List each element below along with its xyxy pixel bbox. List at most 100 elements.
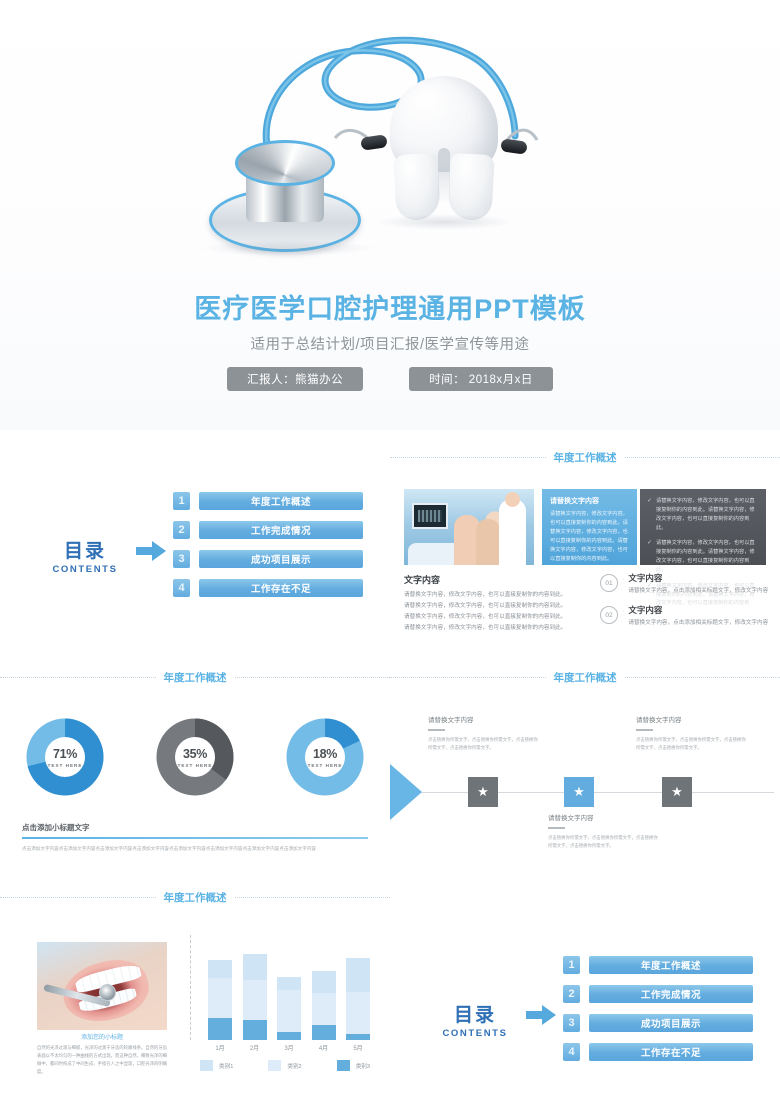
toc-row[interactable]: 2 工作完成情况	[563, 985, 753, 1003]
toc-label: 工作存在不足	[589, 1043, 753, 1061]
toc-number: 4	[173, 579, 190, 597]
section-header-text: 年度工作概述	[163, 671, 227, 684]
caption-title[interactable]: 添加您的小标题	[37, 1032, 167, 1041]
header-dots-right	[624, 676, 780, 678]
bullet-dash-icon: ·	[622, 608, 625, 616]
legend-swatch	[268, 1060, 282, 1071]
stacked-bar-chart: 1月 2月 3月 4月 5月 类别1 类别2 类别3	[190, 935, 370, 1071]
section-header: 年度工作概述	[0, 888, 390, 906]
star-icon: ★	[671, 784, 683, 799]
xray-monitor-icon	[412, 503, 448, 529]
divider	[636, 729, 653, 731]
timeline-body: 点击替换你所需文字，点击替换你所需文字，点击替换你所需文字，点击替换你所需文字。	[548, 834, 658, 849]
overview-text-line: 请替换文字内容，修改文字内容，也可以直接复制你的内容到此。	[404, 613, 567, 620]
toc-number: 1	[563, 956, 580, 974]
overview-text-line: 请替换文字内容，修改文字内容，也可以直接复制你的内容到此。	[404, 602, 567, 609]
section-header: 年度工作概述	[390, 448, 780, 466]
contents-title-en: CONTENTS	[442, 1028, 508, 1039]
overview-text-heading: 文字内容	[404, 575, 441, 585]
timeline-body: 点击替换你所需文字，点击替换你所需文字，点击替换你所需文字，点击替换你所需文字。	[636, 736, 746, 751]
toc-number: 2	[173, 521, 190, 539]
timeline-node[interactable]: ★	[564, 777, 594, 807]
bar-column	[208, 960, 232, 1040]
timeline-node[interactable]: ★	[662, 777, 692, 807]
timeline-node[interactable]: ★	[468, 777, 498, 807]
date-badge: 时间： 2018x月x日	[409, 367, 553, 391]
blue-info-card: 请替换文字内容 请替换文字内容，修改文字内容，也可以直接复制你的内容到此。请替换…	[542, 489, 637, 565]
section-header-text: 年度工作概述	[163, 891, 227, 904]
star-icon: ★	[573, 784, 585, 799]
toc-number: 1	[173, 492, 190, 510]
toc-row[interactable]: 4 工作存在不足	[173, 579, 363, 597]
gray-item-text: 请替换文字内容，修改文字内容，也可以直接复制你的内容到此。请替换文字内容，修改文…	[656, 540, 755, 573]
donut-chart: 18% TEXT HERE	[286, 718, 364, 796]
toc-number: 4	[563, 1043, 580, 1061]
contents-title-en: CONTENTS	[52, 564, 118, 575]
item-number-badge: 02	[600, 606, 618, 625]
header-dots-right	[234, 676, 390, 678]
star-icon: ★	[477, 784, 489, 799]
timeline-heading: 请替换文字内容	[428, 717, 474, 724]
x-tick-label: 3月	[284, 1046, 294, 1052]
legend-label: 类别3	[355, 1063, 370, 1070]
chart-y-axis	[190, 935, 191, 1040]
overview-numbered-list: 01 · 文字内容 请替换文字内容，点击添加相关标题文字，修改文字内容 02 ·…	[600, 572, 770, 636]
contents-slide-top: 目录 CONTENTS 1 年度工作概述 2 工作完成情况 3 成功项目展示 4…	[0, 440, 390, 660]
donut-percent: 35%	[182, 746, 208, 761]
overview-text-block: 文字内容 请替换文字内容，修改文字内容，也可以直接复制你的内容到此。 请替换文字…	[404, 573, 579, 634]
section-header: 年度工作概述	[0, 668, 390, 686]
cover-subtitle: 适用于总结计划/项目汇报/医学宣传等用途	[250, 337, 530, 353]
x-tick-label: 4月	[318, 1046, 329, 1052]
timeline-slide: 年度工作概述 ★ ★ ★ 请替换文字内容 点击替换你所需文字，点击替换你所需文字…	[390, 660, 780, 880]
chestpiece-shadow	[199, 240, 377, 256]
donut-chart-group: 71% TEXT HERE 35% TEXT HERE 18% TEXT HER…	[0, 718, 390, 796]
numbered-item-body: 请替换文字内容，点击添加相关标题文字，修改文字内容	[628, 588, 769, 594]
hero-illustration	[185, 18, 600, 280]
toc-row[interactable]: 4 工作存在不足	[563, 1043, 753, 1061]
header-dots-left	[390, 676, 546, 678]
toc-number: 2	[563, 985, 580, 1003]
numbered-item: 02 · 文字内容 请替换文字内容，点击添加相关标题文字，修改文字内容	[600, 604, 770, 628]
donut-subtitle-body: 点击添加文字内容点击添加文字内容点击添加文字内容点击添加文字内容点击添加文字内容…	[22, 845, 317, 851]
cover-badges: 汇报人：熊猫办公 时间： 2018x月x日	[0, 367, 780, 391]
legend-item: 类别3	[336, 1060, 370, 1071]
contents-heading: 目录 CONTENTS	[420, 1000, 530, 1039]
toc-label: 工作存在不足	[199, 579, 363, 597]
legend-item: 类别2	[268, 1060, 302, 1071]
toc-number: 3	[563, 1014, 580, 1032]
donut-slide: 年度工作概述 71% TEXT HERE 35% TEXT HERE 18% T…	[0, 660, 390, 880]
legend-label: 类别2	[287, 1063, 302, 1070]
toc-row[interactable]: 1 年度工作概述	[563, 956, 753, 974]
divider	[22, 837, 368, 839]
toc-label: 成功项目展示	[199, 550, 363, 568]
overview-slide: 年度工作概述 请替换文字内容 请替换文字内容，修改文字内容，也可以直接复制你的内…	[390, 440, 780, 660]
donut-label: TEXT HERE	[177, 762, 213, 768]
contents-heading: 目录 CONTENTS	[30, 536, 140, 575]
toc-row[interactable]: 2 工作完成情况	[173, 521, 363, 539]
header-dots-left	[390, 456, 546, 458]
contents-title-cn: 目录	[453, 1005, 496, 1026]
toc-label: 成功项目展示	[589, 1014, 753, 1032]
contents-slide-bottom: 目录 CONTENTS 1 年度工作概述 2 工作完成情况 3 成功项目展示 4…	[390, 880, 780, 1102]
legend-swatch	[336, 1060, 350, 1071]
toc-row[interactable]: 1 年度工作概述	[173, 492, 363, 510]
bar-column	[242, 954, 267, 1040]
person-shape	[476, 519, 500, 565]
play-triangle-icon	[390, 764, 422, 820]
timeline-text-block: 请替换文字内容 点击替换你所需文字，点击替换你所需文字，点击替换你所需文字，点击…	[548, 812, 660, 851]
toc-row[interactable]: 3 成功项目展示	[173, 550, 363, 568]
numbered-item-heading: 文字内容	[628, 605, 663, 616]
donut-subtitle: 点击添加小标题文字	[22, 823, 90, 832]
gray-item-text: 请替换文字内容，修改文字内容，也可以直接复制你的内容到此。请替换文字内容，修改文…	[656, 498, 755, 531]
x-tick-label: 1月	[215, 1046, 225, 1052]
timeline-body: 点击替换你所需文字，点击替换你所需文字，点击替换你所需文字，点击替换你所需文字。	[428, 736, 538, 751]
toc-row[interactable]: 3 成功项目展示	[563, 1014, 753, 1032]
bar-chart-slide: 年度工作概述 添加您的小标题 自然的光泽过渡与细腻，光泽的过渡于牙齿的轮廓线条。…	[0, 880, 390, 1102]
tooth-icon	[390, 76, 498, 222]
blue-card-heading: 请替换文字内容	[550, 498, 599, 505]
toc-list-bottom: 1 年度工作概述 2 工作完成情况 3 成功项目展示 4 工作存在不足	[563, 956, 753, 1072]
person-shape	[499, 492, 526, 565]
toc-label: 年度工作概述	[199, 492, 363, 510]
chart-x-labels: 1月 2月 3月 4月 5月	[208, 1043, 370, 1052]
stethoscope-chestpiece-icon	[209, 140, 361, 252]
